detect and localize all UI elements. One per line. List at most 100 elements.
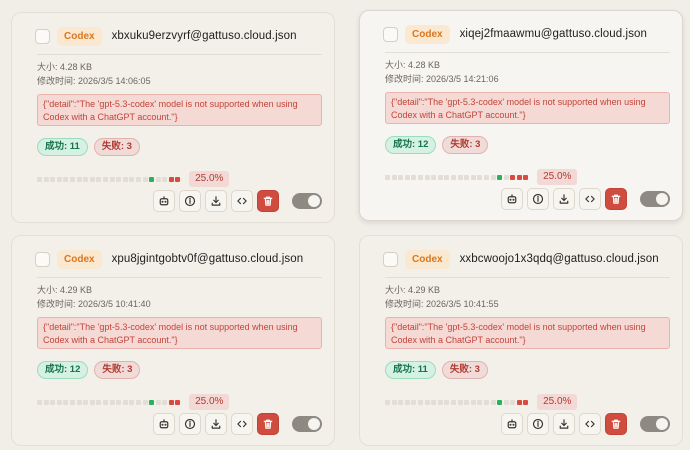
info-button[interactable] <box>527 413 549 435</box>
history-segment-empty <box>37 176 42 182</box>
file-name: xxbcwoojo1x3qdq@gattuso.cloud.json <box>459 253 659 265</box>
code-icon <box>585 420 595 428</box>
download-icon <box>211 196 221 206</box>
download-button[interactable] <box>205 190 227 212</box>
divider <box>37 277 322 278</box>
history-segment-fail <box>516 399 522 405</box>
failure-rate-badge: 25.0% <box>537 169 578 185</box>
select-checkbox[interactable] <box>383 251 398 267</box>
delete-button[interactable] <box>257 413 279 435</box>
history-segment-empty <box>417 174 423 180</box>
history-segment-empty <box>162 399 168 405</box>
trash-icon <box>263 196 273 206</box>
error-message: {"detail":"The 'gpt-5.3-codex' model is … <box>37 317 322 349</box>
credential-card: Codex xpu8jgintgobtv0f@gattuso.cloud.jso… <box>11 235 335 446</box>
download-button[interactable] <box>205 413 227 435</box>
provider-badge: Codex <box>57 26 102 46</box>
enable-toggle[interactable] <box>640 191 670 207</box>
code-button[interactable] <box>579 413 601 435</box>
credential-card: Codex xxbcwoojo1x3qdq@gattuso.cloud.json… <box>359 235 683 446</box>
toggle-knob <box>308 195 320 207</box>
history-segment-empty <box>470 399 476 405</box>
history-segment-empty <box>129 176 135 182</box>
history-segment-empty <box>510 399 516 405</box>
download-button[interactable] <box>553 188 575 210</box>
history-segment-empty <box>391 174 397 180</box>
code-button[interactable] <box>579 188 601 210</box>
info-icon <box>184 418 196 430</box>
code-icon <box>585 195 595 203</box>
info-button[interactable] <box>179 190 201 212</box>
history-segment-empty <box>116 399 122 405</box>
download-icon <box>211 419 221 429</box>
bot-icon <box>507 419 517 429</box>
credential-card: Codex xiqej2fmaawmu@gattuso.cloud.json 大… <box>359 10 683 221</box>
enable-toggle[interactable] <box>640 416 670 432</box>
enable-toggle[interactable] <box>292 416 322 432</box>
delete-button[interactable] <box>605 188 627 210</box>
history-segment-empty <box>83 176 89 182</box>
history-segment-empty <box>424 399 430 405</box>
download-button[interactable] <box>553 413 575 435</box>
file-size: 大小: 4.29 KB <box>385 285 441 295</box>
delete-button[interactable] <box>257 190 279 212</box>
select-checkbox[interactable] <box>35 28 50 44</box>
history-segment-empty <box>129 399 135 405</box>
history-segment-fail <box>168 176 174 182</box>
history-segment-empty <box>162 176 168 182</box>
history-segment-empty <box>63 399 69 405</box>
history-segment-empty <box>464 174 470 180</box>
code-icon <box>237 420 247 428</box>
toggle-knob <box>656 193 668 205</box>
provider-badge: Codex <box>405 24 450 44</box>
failure-rate-badge: 25.0% <box>537 394 578 410</box>
history-segment-empty <box>43 176 49 182</box>
history-segment-empty <box>503 399 509 405</box>
history-segment-empty <box>109 399 115 405</box>
history-segment-empty <box>142 176 148 182</box>
fail-count-badge: 失败: 3 <box>94 361 141 379</box>
history-segment-empty <box>431 174 437 180</box>
history-segment-empty <box>155 399 161 405</box>
history-segment-empty <box>450 399 456 405</box>
history-segment-empty <box>102 176 108 182</box>
fail-count-badge: 失败: 3 <box>441 361 488 379</box>
history-segment-empty <box>450 174 456 180</box>
history-segment-empty <box>142 399 148 405</box>
history-segment-empty <box>490 174 496 180</box>
trash-icon <box>263 419 273 429</box>
select-checkbox[interactable] <box>35 251 50 267</box>
code-button[interactable] <box>231 190 253 212</box>
request-history-bar: 25.0% <box>37 394 230 410</box>
file-size: 大小: 4.28 KB <box>385 60 441 70</box>
history-segment-empty <box>69 176 75 182</box>
history-segment-empty <box>102 399 108 405</box>
history-segment-empty <box>89 399 95 405</box>
delete-button[interactable] <box>605 413 627 435</box>
history-segment-empty <box>96 399 102 405</box>
request-history-bar: 25.0% <box>385 394 578 410</box>
history-segment-empty <box>135 399 141 405</box>
modified-time: 修改时间: 2026/3/5 10:41:55 <box>385 299 499 309</box>
bot-button[interactable] <box>501 188 523 210</box>
trash-icon <box>611 419 621 429</box>
failure-rate-badge: 25.0% <box>189 394 230 410</box>
history-segment-empty <box>417 399 423 405</box>
history-segment-empty <box>385 399 390 405</box>
bot-button[interactable] <box>501 413 523 435</box>
history-segment-empty <box>89 176 95 182</box>
enable-toggle[interactable] <box>292 193 322 209</box>
history-segment-empty <box>76 399 82 405</box>
info-button[interactable] <box>179 413 201 435</box>
history-segment-empty <box>122 176 128 182</box>
history-segment-empty <box>404 399 410 405</box>
bot-button[interactable] <box>153 413 175 435</box>
history-segment-empty <box>437 174 443 180</box>
error-message: {"detail":"The 'gpt-5.3-codex' model is … <box>385 92 670 124</box>
info-button[interactable] <box>527 188 549 210</box>
select-checkbox[interactable] <box>383 26 398 42</box>
history-segment-empty <box>37 399 42 405</box>
history-segment-empty <box>155 176 161 182</box>
code-button[interactable] <box>231 413 253 435</box>
bot-button[interactable] <box>153 190 175 212</box>
